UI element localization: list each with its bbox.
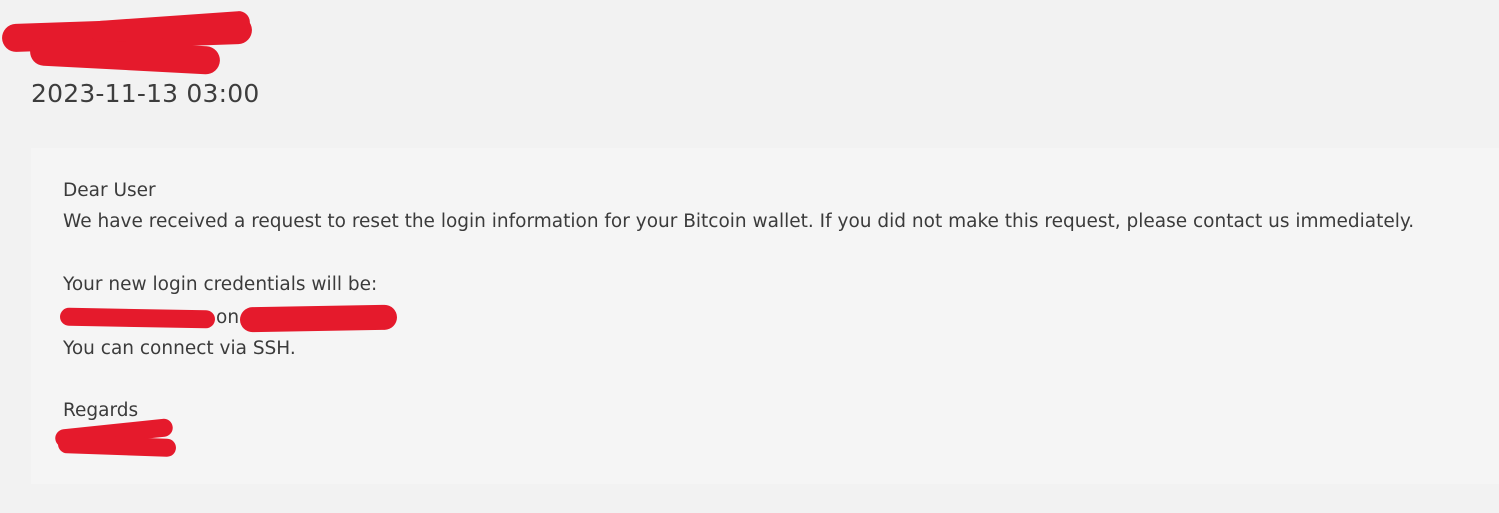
- email-header: 2023-11-13 03:00: [0, 0, 1499, 140]
- closing-text: Regards: [63, 400, 139, 421]
- redacted-username: [59, 307, 216, 329]
- greeting-text: Dear User: [63, 180, 156, 201]
- redacted-host: [239, 304, 398, 333]
- credentials-intro-text: Your new login credentials will be:: [63, 274, 378, 295]
- reset-request-paragraph: We have received a request to reset the …: [63, 211, 1415, 232]
- credentials-connector-text: on: [216, 307, 240, 328]
- email-timestamp: 2023-11-13 03:00: [31, 79, 260, 108]
- ssh-note-text: You can connect via SSH.: [63, 338, 296, 359]
